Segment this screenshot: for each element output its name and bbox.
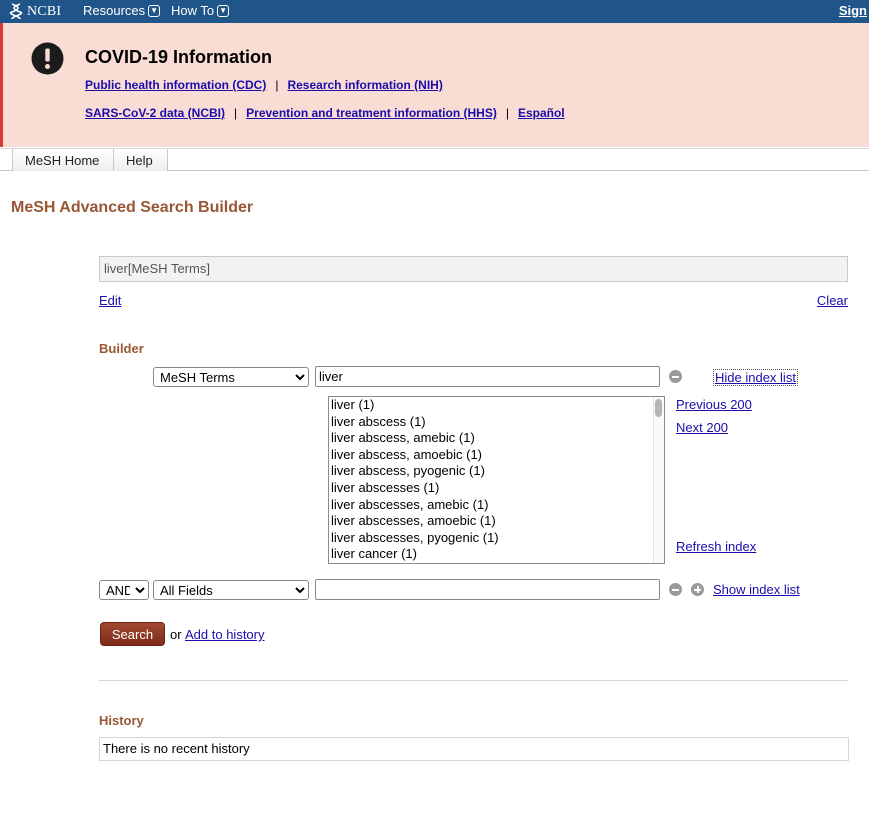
index-listbox[interactable]: liver (1) liver abscess (1) liver abscess,… xyxy=(328,396,665,564)
covid-banner: COVID-19 Information Public health infor… xyxy=(0,23,869,147)
espanol-link[interactable]: Español xyxy=(518,106,565,120)
page-title: MeSH Advanced Search Builder xyxy=(11,199,254,216)
index-list-item[interactable]: liver abscess, pyogenic (1) xyxy=(329,463,664,480)
remove-row-icon[interactable] xyxy=(669,583,682,596)
index-list-item[interactable]: liver abscess (1) xyxy=(329,414,664,431)
index-list-item[interactable]: liver abscesses, pyogenic (1) xyxy=(329,530,664,547)
field-select-row-2[interactable]: All Fields xyxy=(153,580,309,600)
index-list-item[interactable]: liver cancer (1) xyxy=(329,546,664,563)
clear-link[interactable]: Clear xyxy=(817,293,848,308)
sign-in-link[interactable]: Sign xyxy=(839,3,867,18)
history-box: There is no recent history xyxy=(99,737,849,761)
edit-link[interactable]: Edit xyxy=(99,293,121,308)
index-list-item[interactable]: liver abscesses (1) xyxy=(329,480,664,497)
covid-links-row-2: SARS-CoV-2 data (NCBI) | Prevention and … xyxy=(85,106,565,120)
remove-row-icon[interactable] xyxy=(669,370,682,383)
index-list-item[interactable]: liver abscesses, amebic (1) xyxy=(329,497,664,514)
link-separator: | xyxy=(505,106,509,120)
previous-200-link[interactable]: Previous 200 xyxy=(676,397,752,412)
add-to-history-link[interactable]: Add to history xyxy=(185,627,265,642)
divider xyxy=(99,680,848,681)
history-label: History xyxy=(99,713,144,728)
covid-links-row-1: Public health information (CDC) | Resear… xyxy=(85,78,443,92)
tab-help[interactable]: Help xyxy=(113,149,168,171)
ncbi-data-link[interactable]: SARS-CoV-2 data (NCBI) xyxy=(85,106,225,120)
covid-title: COVID-19 Information xyxy=(85,47,273,67)
link-separator: | xyxy=(275,78,279,92)
index-list-item[interactable]: liver (1) xyxy=(329,397,664,414)
resources-menu[interactable]: Resources ▼ xyxy=(83,3,161,18)
scrollbar-track[interactable] xyxy=(653,397,664,563)
builder-label: Builder xyxy=(99,341,144,356)
index-list-item[interactable]: liver abscess, amoebic (1) xyxy=(329,447,664,464)
hide-index-list-link[interactable]: Hide index list xyxy=(713,369,798,386)
tab-bar: MeSH Home Help xyxy=(0,148,869,171)
refresh-index-link[interactable]: Refresh index xyxy=(676,539,756,554)
or-text: or xyxy=(170,627,182,642)
alert-icon xyxy=(31,42,64,75)
ncbi-helix-icon xyxy=(9,3,23,20)
term-input-row-1[interactable] xyxy=(315,366,660,387)
show-index-list-link[interactable]: Show index list xyxy=(713,582,800,597)
operator-select[interactable]: AND xyxy=(99,580,149,600)
query-display[interactable]: liver[MeSH Terms] xyxy=(99,256,848,282)
cdc-link[interactable]: Public health information (CDC) xyxy=(85,78,266,92)
link-separator: | xyxy=(234,106,238,120)
ncbi-logo-text: NCBI xyxy=(27,3,62,19)
ncbi-topbar: NCBI Resources ▼ How To ▼ Sign xyxy=(0,0,869,23)
resources-label: Resources xyxy=(83,3,146,18)
howto-label: How To xyxy=(171,3,215,18)
tab-mesh-home[interactable]: MeSH Home xyxy=(12,149,114,171)
index-list-item[interactable]: liver abscesses, amoebic (1) xyxy=(329,513,664,530)
ncbi-logo[interactable]: NCBI xyxy=(9,2,61,21)
nih-link[interactable]: Research information (NIH) xyxy=(287,78,442,92)
term-input-row-2[interactable] xyxy=(315,579,660,600)
add-row-icon[interactable] xyxy=(691,583,704,596)
scrollbar-thumb[interactable] xyxy=(655,399,662,417)
search-button[interactable]: Search xyxy=(100,622,165,646)
next-200-link[interactable]: Next 200 xyxy=(676,420,728,435)
chevron-down-icon: ▼ xyxy=(148,4,161,17)
index-list-item[interactable]: liver abscess, amebic (1) xyxy=(329,430,664,447)
hhs-link[interactable]: Prevention and treatment information (HH… xyxy=(246,106,497,120)
chevron-down-icon: ▼ xyxy=(217,4,230,17)
field-select-row-1[interactable]: MeSH Terms xyxy=(153,367,309,387)
howto-menu[interactable]: How To ▼ xyxy=(171,3,230,18)
